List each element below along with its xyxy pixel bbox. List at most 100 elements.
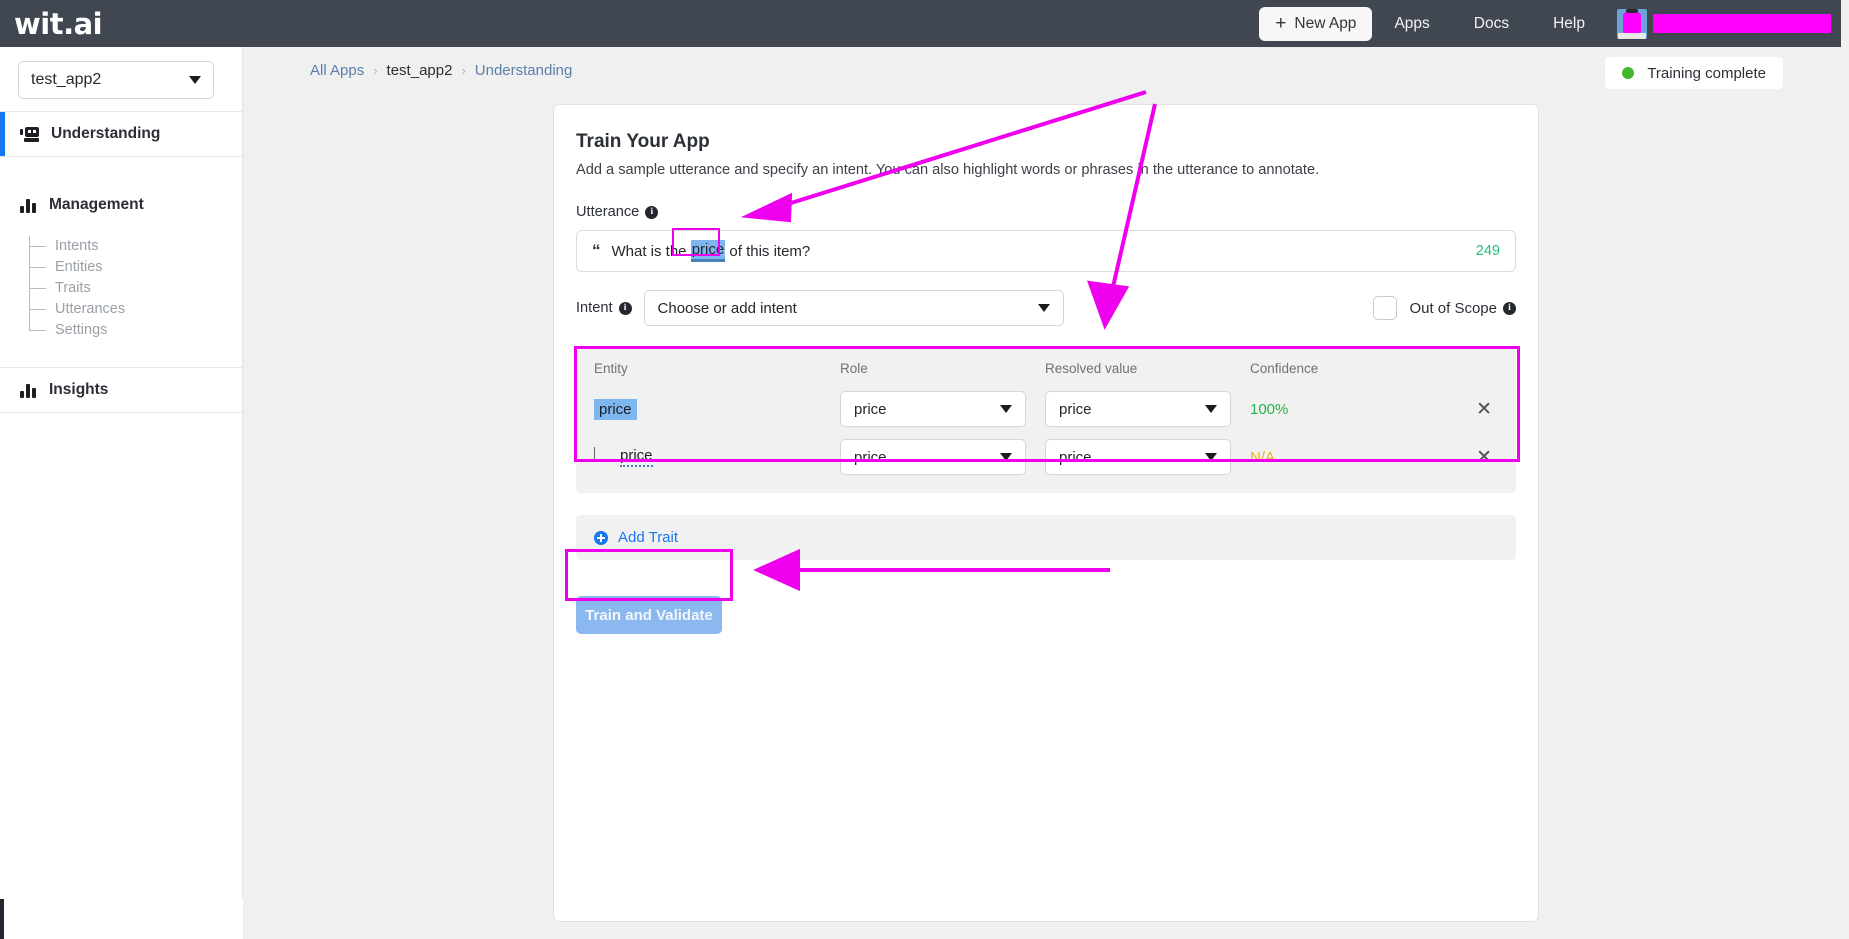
close-icon[interactable]: ✕ xyxy=(1476,400,1492,419)
sidebar-item-label: Understanding xyxy=(51,125,161,142)
nav-link-help[interactable]: Help xyxy=(1531,15,1607,33)
bar-chart-icon xyxy=(20,382,38,398)
entity-chip[interactable]: price xyxy=(594,398,637,420)
utterance-input[interactable]: “ What is the price of this item? 249 xyxy=(576,230,1516,272)
utterance-text-before: What is the xyxy=(611,242,691,260)
add-trait-button[interactable]: Add Trait xyxy=(576,515,1516,560)
sidebar-item-entities[interactable]: Entities xyxy=(29,246,242,277)
chevron-down-icon xyxy=(1037,304,1050,312)
intent-label-row: Intent i xyxy=(576,300,632,316)
new-app-label: New App xyxy=(1294,14,1357,32)
column-header-role: Role xyxy=(840,361,868,376)
row-actions: ✕ xyxy=(1437,400,1516,419)
status-badge: Training complete xyxy=(1605,57,1783,89)
robot-icon xyxy=(20,126,40,142)
sidebar-section-management: Management Intents Entities Traits Utter… xyxy=(0,157,242,367)
intent-row: Intent i Choose or add intent Out of Sco… xyxy=(576,290,1516,326)
column-header-resolved-value: Resolved value xyxy=(1045,361,1138,376)
nav-link-docs[interactable]: Docs xyxy=(1452,15,1531,33)
utterance-text-after: of this item? xyxy=(725,242,811,260)
info-icon[interactable]: i xyxy=(1503,301,1516,315)
out-of-scope-group: Out of Scope i xyxy=(1373,296,1516,320)
chevron-down-icon xyxy=(1205,453,1217,461)
resolved-value-cell: price xyxy=(1027,439,1232,475)
utterance-label-row: Utterance i xyxy=(576,204,1516,220)
avatar-head xyxy=(1623,11,1641,33)
entity-child-name[interactable]: price xyxy=(620,447,653,467)
plus-circle-icon xyxy=(594,530,608,545)
resolved-value-cell: price xyxy=(1027,391,1232,427)
train-your-app-card: Train Your App Add a sample utterance an… xyxy=(553,104,1539,922)
username-redacted[interactable] xyxy=(1653,14,1831,33)
app-selector-value: test_app2 xyxy=(31,71,102,88)
role-select[interactable]: price xyxy=(840,439,1026,475)
new-app-button[interactable]: + New App xyxy=(1259,6,1373,41)
confidence-value: N/A xyxy=(1250,448,1276,466)
breadcrumb-page[interactable]: Understanding xyxy=(475,62,573,79)
sidebar-section-insights: Insights xyxy=(0,367,242,413)
intent-label: Intent xyxy=(576,300,613,316)
sidebar: test_app2 Understanding Management Inten… xyxy=(0,47,243,899)
breadcrumb-all-apps[interactable]: All Apps xyxy=(310,62,364,79)
breadcrumb: All Apps › test_app2 › Understanding xyxy=(310,62,572,79)
tree-branch-icon xyxy=(594,447,610,462)
role-cell: price xyxy=(822,439,1027,475)
sidebar-section-understanding: Understanding xyxy=(0,111,242,157)
table-row: price price price xyxy=(576,433,1516,481)
column-header-actions xyxy=(1437,369,1516,378)
train-and-validate-button[interactable]: Train and Validate xyxy=(576,596,722,634)
chevron-down-icon xyxy=(1000,405,1012,413)
out-of-scope-checkbox[interactable] xyxy=(1373,296,1398,320)
breadcrumb-separator: › xyxy=(373,63,378,78)
utterance-label: Utterance xyxy=(576,204,640,220)
sidebar-item-traits[interactable]: Traits xyxy=(29,267,242,298)
chevron-down-icon xyxy=(1000,453,1012,461)
intent-select-value: Choose or add intent xyxy=(657,299,797,317)
role-select[interactable]: price xyxy=(840,391,1026,427)
resolved-value-select[interactable]: price xyxy=(1045,439,1231,475)
nav-link-apps[interactable]: Apps xyxy=(1372,15,1451,33)
page-subtitle: Add a sample utterance and specify an in… xyxy=(576,162,1320,178)
table-row: price price price xyxy=(576,385,1516,433)
entity-name-cell: price xyxy=(576,398,822,420)
sidebar-item-insights[interactable]: Insights xyxy=(0,368,242,412)
top-navigation-bar: wit.ai + New App Apps Docs Help xyxy=(0,0,1849,47)
sidebar-item-understanding[interactable]: Understanding xyxy=(0,112,242,156)
resolved-value-select-value: price xyxy=(1059,400,1092,418)
confidence-value: 100% xyxy=(1250,400,1289,418)
avatar-cap xyxy=(1626,8,1638,13)
info-icon[interactable]: i xyxy=(618,301,632,315)
breadcrumb-app[interactable]: test_app2 xyxy=(387,62,453,79)
resolved-value-select-value: price xyxy=(1059,448,1092,466)
confidence-cell: N/A xyxy=(1232,449,1437,466)
app-root: wit.ai + New App Apps Docs Help test_app… xyxy=(0,0,1849,939)
sidebar-item-intents[interactable]: Intents xyxy=(29,236,242,256)
avatar[interactable] xyxy=(1617,8,1647,39)
chevron-down-icon xyxy=(1205,405,1217,413)
sidebar-item-utterances[interactable]: Utterances xyxy=(29,288,242,319)
intent-select[interactable]: Choose or add intent xyxy=(643,290,1064,326)
sidebar-item-settings[interactable]: Settings xyxy=(29,309,242,340)
out-of-scope-label-row: Out of Scope i xyxy=(1409,300,1516,317)
utterance-highlight[interactable]: price xyxy=(690,240,726,262)
status-label: Training complete xyxy=(1647,64,1766,82)
avatar-body xyxy=(1618,32,1646,39)
sidebar-item-management[interactable]: Management xyxy=(0,183,242,227)
breadcrumb-separator: › xyxy=(461,63,466,78)
info-icon[interactable]: i xyxy=(645,205,659,219)
close-icon[interactable]: ✕ xyxy=(1476,448,1492,467)
chevron-down-icon xyxy=(189,76,201,84)
quote-icon: “ xyxy=(592,241,601,260)
app-selector[interactable]: test_app2 xyxy=(18,61,214,99)
wit-ai-logo[interactable]: wit.ai xyxy=(14,7,103,41)
confidence-cell: 100% xyxy=(1232,401,1437,418)
top-nav-right: + New App Apps Docs Help xyxy=(1259,0,1849,47)
sidebar-item-label: Insights xyxy=(49,381,109,398)
entity-name-cell: price xyxy=(576,447,822,467)
resolved-value-select[interactable]: price xyxy=(1045,391,1231,427)
character-count: 249 xyxy=(1475,243,1500,259)
role-select-value: price xyxy=(854,400,887,418)
role-cell: price xyxy=(822,391,1027,427)
bar-chart-icon xyxy=(20,197,38,213)
role-select-value: price xyxy=(854,448,887,466)
